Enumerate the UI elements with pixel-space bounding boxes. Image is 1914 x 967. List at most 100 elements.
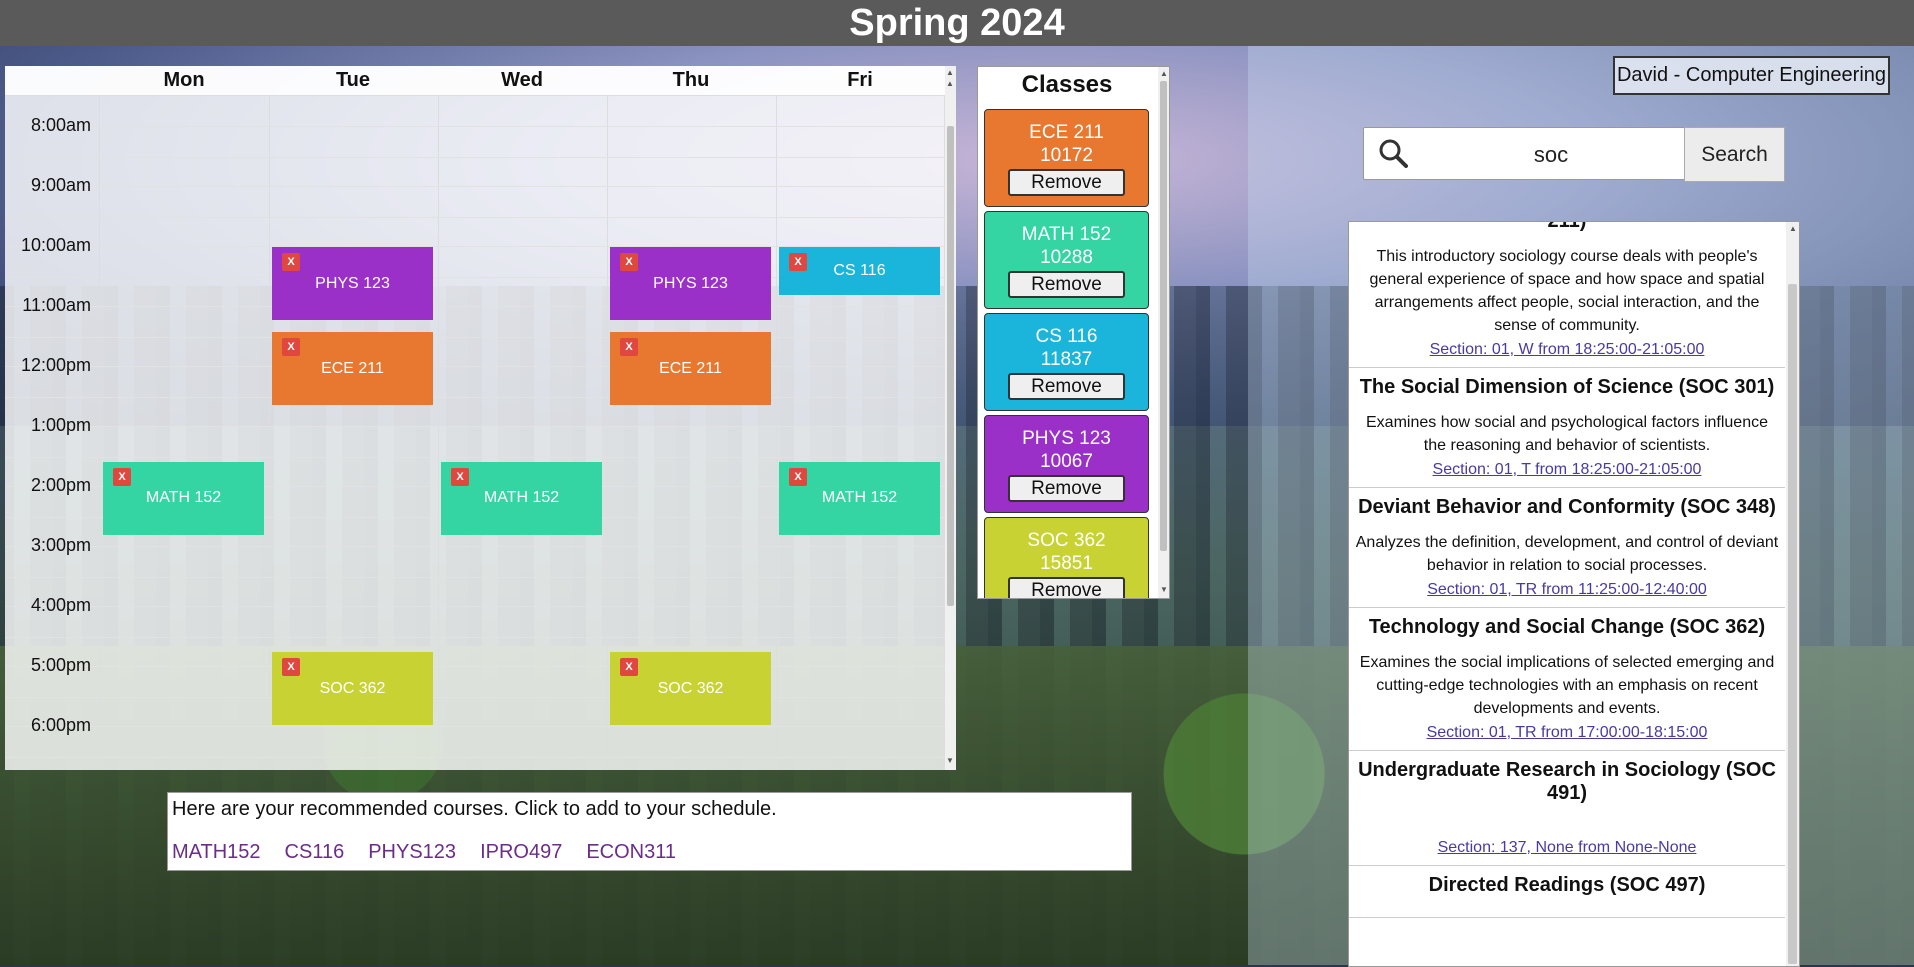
event-label: ECE 211	[659, 359, 722, 377]
grid-row-line	[5, 426, 945, 427]
class-course: PHYS 123	[1022, 428, 1111, 449]
calendar-scroll-thumb[interactable]	[947, 126, 954, 606]
scroll-down-icon[interactable]: ▼	[946, 756, 954, 765]
result-section-link[interactable]: Section: 01, TR from 11:25:00-12:40:00	[1427, 581, 1707, 598]
event-label: SOC 362	[657, 679, 724, 697]
result-spacer	[1353, 817, 1781, 839]
remove-event-button[interactable]: X	[620, 253, 638, 271]
class-card: ECE 211 10172 Remove	[984, 109, 1149, 207]
grid-column-line	[269, 96, 270, 770]
grid-row-line	[5, 217, 945, 218]
result-section-link[interactable]: Section: 01, W from 18:25:00-21:05:00	[1430, 341, 1705, 358]
grid-row-line	[5, 666, 945, 667]
grid-row-line	[5, 306, 945, 307]
calendar-event[interactable]: X ECE 211	[272, 332, 433, 406]
time-label: 2:00pm	[30, 475, 91, 495]
search-result: Deviant Behavior and Conformity (SOC 348…	[1349, 488, 1785, 608]
class-card: CS 116 11837 Remove	[984, 313, 1149, 411]
classes-scroll-thumb[interactable]	[1160, 81, 1167, 551]
recommendations-message: Here are your recommended courses. Click…	[172, 798, 777, 820]
grid-column-line	[607, 96, 608, 770]
event-label: MATH 152	[145, 489, 222, 507]
remove-event-button[interactable]: X	[451, 467, 469, 486]
remove-class-button[interactable]: Remove	[1008, 475, 1125, 502]
remove-event-button[interactable]: X	[282, 253, 300, 271]
remove-event-button[interactable]: X	[113, 467, 131, 486]
recommended-course-link[interactable]: IPRO497	[480, 841, 562, 863]
remove-event-button[interactable]: X	[620, 658, 638, 676]
recommended-course-link[interactable]: CS116	[285, 841, 345, 863]
class-course: MATH 152	[1021, 224, 1112, 245]
time-label: 1:00pm	[30, 415, 91, 435]
calendar-event[interactable]: X PHYS 123	[272, 247, 433, 320]
result-section-link[interactable]: Section: 01, T from 18:25:00-21:05:00	[1433, 461, 1702, 478]
results-scroll-thumb[interactable]	[1788, 284, 1797, 964]
grid-row-line	[5, 337, 945, 338]
user-badge: David - Computer Engineering	[1613, 56, 1890, 95]
calendar-header: Mon Tue Wed Thu Fri	[5, 66, 945, 96]
time-label: 11:00am	[22, 295, 91, 315]
grid-row-line	[5, 546, 945, 547]
grid-row-line	[5, 157, 945, 158]
scroll-up-icon[interactable]: ▲	[946, 79, 954, 88]
grid-column-line	[99, 96, 100, 770]
calendar-event[interactable]: X CS 116	[779, 247, 940, 295]
result-title: Technology and Social Change (SOC 362)	[1368, 616, 1766, 638]
event-label: MATH 152	[483, 489, 560, 507]
result-description: Examines the social implications of sele…	[1359, 654, 1775, 717]
remove-event-button[interactable]: X	[282, 658, 300, 676]
calendar-event[interactable]: X MATH 152	[441, 461, 602, 535]
scroll-down-icon[interactable]: ▼	[1160, 585, 1168, 594]
scroll-up-icon[interactable]: ▲	[1160, 69, 1168, 78]
search-icon	[1379, 139, 1408, 168]
time-label: 4:00pm	[30, 595, 91, 615]
remove-event-button[interactable]: X	[789, 467, 807, 486]
calendar-event[interactable]: X ECE 211	[610, 332, 771, 406]
recommended-course-list: MATH152 CS116 PHYS123 IPRO497 ECON311	[172, 841, 700, 864]
search-button[interactable]: Search	[1684, 127, 1785, 182]
search-bar	[1363, 127, 1685, 181]
calendar-event[interactable]: X MATH 152	[103, 461, 264, 535]
day-header-wed: Wed	[501, 69, 543, 91]
recommended-course-link[interactable]: ECON311	[586, 841, 676, 863]
recommended-course-link[interactable]: PHYS123	[368, 841, 456, 863]
scroll-up-icon[interactable]: ▲	[1789, 224, 1797, 233]
result-description: Examines how social and psychological fa…	[1366, 414, 1768, 454]
event-label: CS 116	[833, 261, 886, 279]
time-label: 12:00pm	[20, 355, 91, 375]
grid-row-line	[5, 757, 945, 758]
classes-title: Classes	[1021, 71, 1113, 98]
calendar-event[interactable]: X MATH 152	[779, 461, 940, 535]
day-header-thu: Thu	[672, 69, 710, 91]
remove-event-button[interactable]: X	[620, 338, 638, 357]
calendar-event[interactable]: X PHYS 123	[610, 247, 771, 320]
calendar-scrollbar[interactable]: ▲ ▲ ▼	[945, 66, 956, 770]
remove-class-button[interactable]: Remove	[1008, 577, 1125, 598]
calendar-grid: 8:00am 9:00am 10:00am 11:00am 12:00pm 1:00pm 2…	[5, 96, 945, 770]
search-result: Technology and Social Change (SOC 362) Ex…	[1349, 608, 1785, 751]
classes-scrollbar[interactable]: ▲ ▼	[1158, 67, 1169, 598]
time-label: 8:00am	[30, 115, 91, 135]
results-scrollbar[interactable]: ▲	[1786, 222, 1799, 966]
event-label: PHYS 123	[653, 274, 728, 292]
scroll-up-icon[interactable]: ▲	[946, 68, 954, 77]
recommended-course-link[interactable]: MATH152	[172, 841, 261, 863]
search-input[interactable]	[1424, 128, 1678, 181]
class-course: CS 116	[1035, 326, 1098, 347]
class-crn: 10288	[1040, 247, 1093, 268]
remove-class-button[interactable]: Remove	[1008, 271, 1125, 298]
class-crn: 10067	[1040, 451, 1093, 472]
remove-event-button[interactable]: X	[282, 338, 300, 357]
calendar-event[interactable]: X SOC 362	[610, 652, 771, 725]
search-result: 211) This introductory sociology course d…	[1349, 222, 1785, 368]
class-crn: 15851	[1040, 553, 1093, 574]
day-header-mon: Mon	[163, 69, 205, 91]
result-section-link[interactable]: Section: 01, TR from 17:00:00-18:15:00	[1427, 724, 1708, 741]
grid-row-line	[5, 457, 945, 458]
remove-class-button[interactable]: Remove	[1008, 373, 1125, 400]
remove-event-button[interactable]: X	[789, 253, 807, 271]
calendar-event[interactable]: X SOC 362	[272, 652, 433, 725]
result-section-link[interactable]: Section: 137, None from None-None	[1438, 839, 1697, 856]
remove-class-button[interactable]: Remove	[1008, 169, 1125, 196]
event-label: ECE 211	[321, 359, 384, 377]
